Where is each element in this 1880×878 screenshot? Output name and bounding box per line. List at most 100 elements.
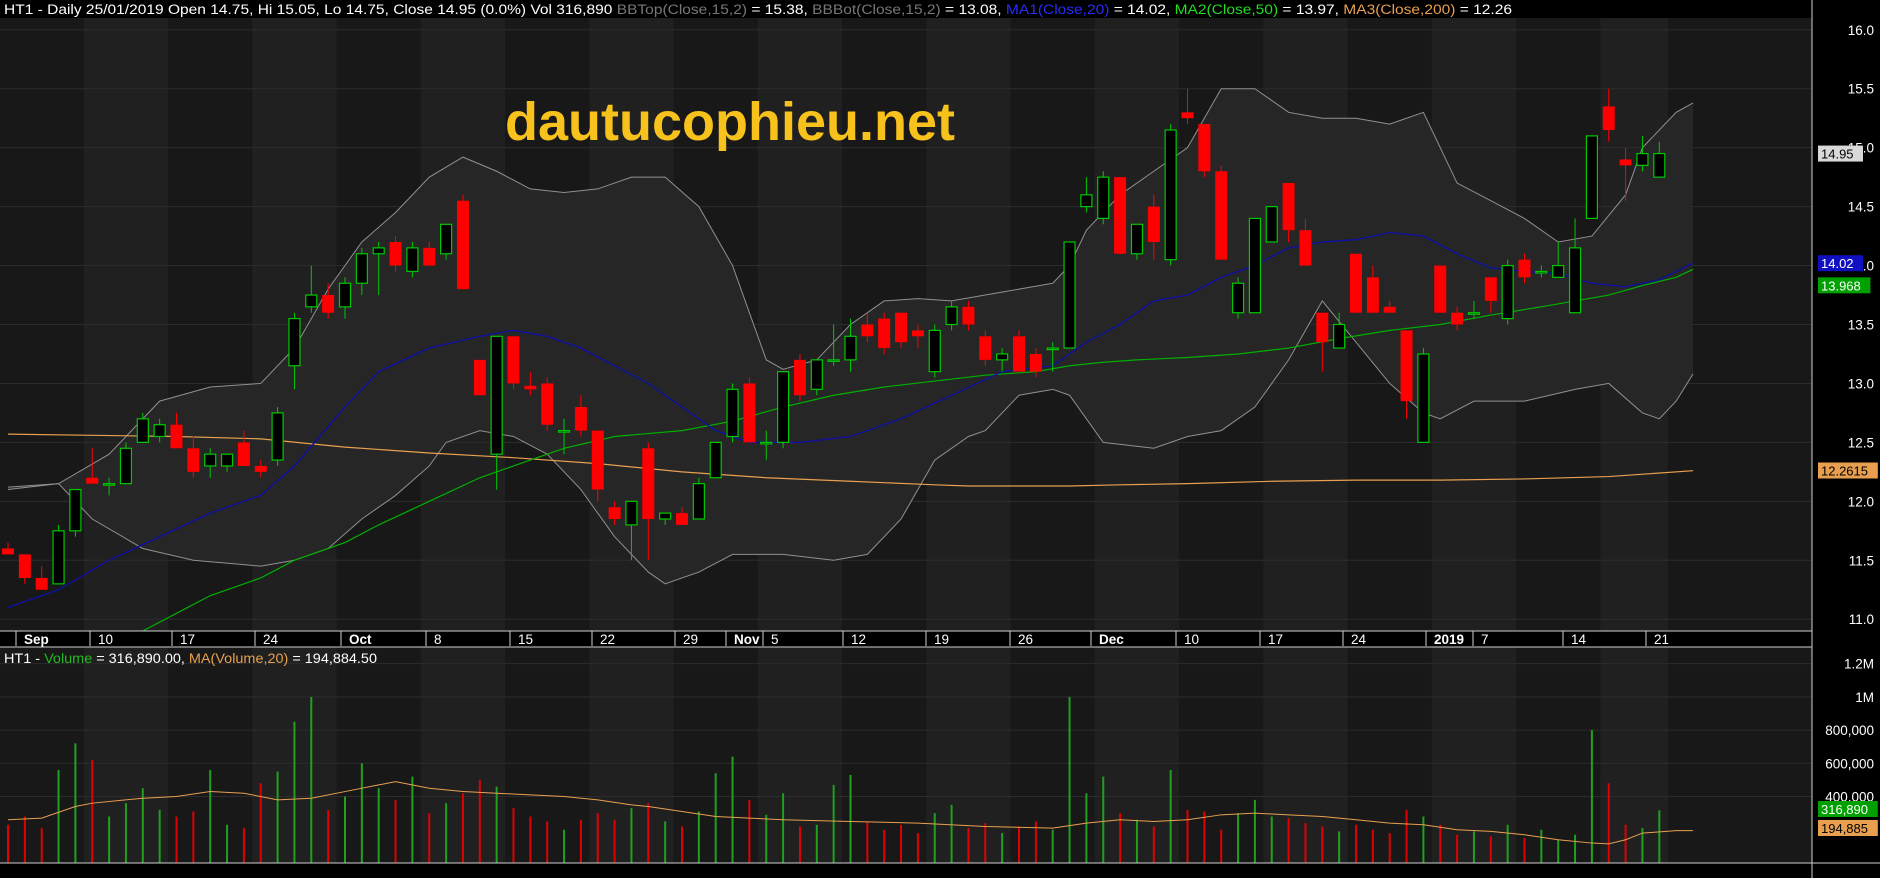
- candle-body-down: [1147, 206, 1160, 242]
- bbtop-value: = 15.38,: [747, 2, 812, 17]
- date-label: 19: [934, 632, 949, 647]
- price-header: HT1 - Daily 25/01/2019 Open 14.75, Hi 15…: [4, 2, 1512, 17]
- volume-ma-value: = 194,884.50: [288, 651, 377, 666]
- date-label: 26: [1018, 632, 1033, 647]
- candle-body-down: [1181, 112, 1194, 119]
- date-label: 7: [1481, 632, 1489, 647]
- candle-body-up: [204, 453, 217, 467]
- price-tick-label: 11.5: [1849, 553, 1874, 568]
- candle-body-up: [760, 441, 773, 445]
- candle-body-up: [136, 418, 149, 443]
- volume-label: Volume: [44, 651, 92, 666]
- candle-body-up: [1248, 217, 1262, 314]
- candle-body-up: [1467, 312, 1481, 315]
- ma3-value: = 12.26: [1455, 2, 1512, 17]
- date-label: 10: [98, 632, 113, 647]
- candle-body-up: [1063, 241, 1076, 349]
- candle-body-down: [1299, 230, 1312, 266]
- ma1-label: MA1(Close,20): [1006, 2, 1110, 17]
- candle-body-down: [574, 407, 587, 431]
- date-label: Oct: [349, 632, 372, 647]
- date-label: 14: [1571, 632, 1587, 647]
- candle-body-up: [490, 335, 503, 455]
- candle-body-up: [1636, 152, 1649, 166]
- candle-body-down: [254, 465, 267, 472]
- ma3-label: MA3(Close,200): [1343, 2, 1455, 17]
- candle-body-up: [288, 318, 301, 367]
- candle-body-down: [1316, 312, 1329, 343]
- volume-tick-label: 1.2M: [1844, 657, 1874, 672]
- candle-body-up: [372, 247, 385, 255]
- candle-body-up: [625, 500, 638, 526]
- candle-body-up: [692, 483, 705, 520]
- candle-body-down: [1434, 265, 1447, 313]
- volume-header-symbol: HT1 -: [4, 651, 44, 666]
- ma1-badge: 14.02: [1821, 256, 1854, 271]
- price-tick-label: 13.5: [1848, 318, 1874, 333]
- candle-body-up: [844, 335, 857, 361]
- candle-body-down: [456, 200, 469, 290]
- ma1-value: = 14.02,: [1109, 2, 1174, 17]
- candle-body-up: [119, 447, 133, 485]
- date-label: 22: [600, 632, 615, 647]
- candle-body-up: [1130, 223, 1144, 255]
- candle-body-up: [1265, 206, 1278, 243]
- candle-body-up: [1164, 129, 1177, 261]
- ma2-label: MA2(Close,50): [1175, 2, 1279, 17]
- candle-body-up: [338, 282, 352, 308]
- price-tick-label: 12.0: [1848, 494, 1874, 509]
- volume-tick-label: 800,000: [1825, 723, 1874, 738]
- volume-ma-label: MA(Volume,20): [189, 651, 288, 666]
- candle-body-down: [861, 324, 874, 337]
- candle-body-down: [1029, 353, 1042, 372]
- candle-body-down: [423, 247, 436, 266]
- candle-body-down: [2, 548, 14, 555]
- ma3-badge: 12.2615: [1821, 464, 1868, 479]
- candle-body-up: [1568, 247, 1582, 314]
- candle-body-up: [1653, 152, 1666, 178]
- candle-body-up: [220, 453, 234, 467]
- candle-body-up: [557, 429, 571, 433]
- volume-badge: 316,890: [1821, 802, 1868, 817]
- candle-body-up: [1552, 264, 1565, 278]
- candle-body-down: [1198, 124, 1211, 172]
- candle-body-down: [878, 318, 891, 349]
- volume-ma-badge: 194,885: [1821, 821, 1868, 836]
- candle-body-down: [1484, 277, 1497, 301]
- candle-body-up: [1585, 135, 1599, 220]
- candle-body-down: [1215, 171, 1228, 260]
- candle-body-down: [541, 383, 554, 425]
- candle-body-up: [271, 412, 284, 461]
- candle-body-down: [979, 336, 992, 360]
- price-tick-label: 16.0: [1848, 23, 1874, 38]
- candle-body-down: [170, 424, 183, 449]
- candle-body-down: [1366, 277, 1379, 313]
- date-label: 24: [1351, 632, 1367, 647]
- chart-window: Sep 10 17 24 Oct 8 15 22 29 Nov 5 12 19 26 Dec 10 17 24 20…: [0, 0, 1880, 878]
- date-label: 10: [1184, 632, 1199, 647]
- candle-body-down: [18, 554, 31, 578]
- candle-body-up: [1535, 270, 1548, 274]
- date-label: 24: [263, 632, 279, 647]
- candle-body-up: [440, 223, 453, 255]
- candle-body-up: [69, 488, 82, 532]
- candle-body-down: [1114, 177, 1127, 254]
- stock-chart[interactable]: Sep 10 17 24 Oct 8 15 22 29 Nov 5 12 19 26 Dec 10 17 24 20…: [0, 0, 1880, 878]
- bbbot-label: BBBot(Close,15,2): [812, 2, 941, 17]
- candle-body-up: [810, 359, 823, 390]
- candle-body-up: [102, 483, 116, 486]
- candle-body-up: [776, 371, 790, 443]
- date-label: Sep: [24, 632, 49, 647]
- candle-body-down: [676, 513, 688, 525]
- price-tick-label: 11.0: [1849, 612, 1874, 627]
- candle-body-down: [524, 385, 537, 390]
- candle-body-down: [1619, 159, 1632, 166]
- candle-body-up: [1097, 176, 1110, 220]
- candle-body-down: [1350, 253, 1362, 313]
- date-label: Dec: [1099, 632, 1124, 647]
- candle-body-down: [608, 507, 621, 520]
- date-label: 2019: [1434, 632, 1464, 647]
- candle-body-down: [743, 383, 756, 443]
- watermark: dautucophieu.net: [505, 92, 955, 152]
- candle-body-down: [187, 448, 200, 472]
